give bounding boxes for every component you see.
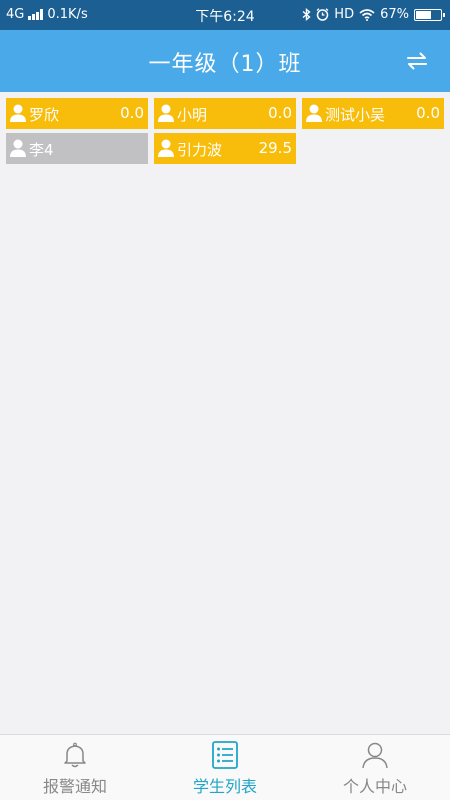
student-card[interactable]: 引力波 29.5 [154,133,296,164]
student-name: 测试小吴 [325,106,386,124]
status-bar: 4G 0.1K/s 下午6:24 HD 67% [0,0,450,30]
person-icon [306,104,322,122]
student-name: 李4 [29,141,54,159]
tab-label: 学生列表 [192,777,257,796]
tab-label: 报警通知 [42,777,107,796]
battery-icon [414,8,445,21]
student-card[interactable]: 小明 0.0 [154,98,296,129]
user-icon [362,742,388,769]
person-icon [10,139,26,157]
student-score: 0.0 [120,104,144,122]
list-icon [212,741,238,769]
status-right: HD 67% [302,7,445,22]
student-card[interactable]: 罗欣 0.0 [6,98,148,129]
student-name: 小明 [177,106,208,124]
hd-badge: HD [334,7,355,22]
battery-fill [416,10,432,19]
bell-icon [64,742,86,768]
tab-label: 个人中心 [342,777,407,796]
tab-student-list[interactable]: 学生列表 [150,735,300,800]
student-score: 29.5 [258,139,292,157]
student-score: 0.0 [268,104,292,122]
student-grid: 罗欣 0.0 小明 0.0 测试小吴 0.0 李4 引力波 29.5 [6,98,450,164]
student-score: 0.0 [416,104,440,122]
bluetooth-icon [302,8,311,21]
tab-personal-center[interactable]: 个人中心 [300,735,450,800]
student-name: 引力波 [177,141,223,159]
class-title: 一年级（1）班 [148,52,302,77]
person-icon [158,104,174,122]
app-header: 一年级（1）班 [0,30,450,92]
student-name: 罗欣 [29,106,60,124]
person-icon [158,139,174,157]
tab-alarm-notice[interactable]: 报警通知 [0,735,150,800]
battery-percent: 67% [380,7,409,22]
person-icon [10,104,26,122]
student-card[interactable]: 李4 [6,133,148,164]
student-card[interactable]: 测试小吴 0.0 [302,98,444,129]
bottom-tab-bar: 报警通知 学生列表 个人中心 [0,734,450,800]
swap-arrows-icon[interactable] [406,50,428,72]
wifi-icon [359,8,375,21]
alarm-icon [316,8,329,21]
